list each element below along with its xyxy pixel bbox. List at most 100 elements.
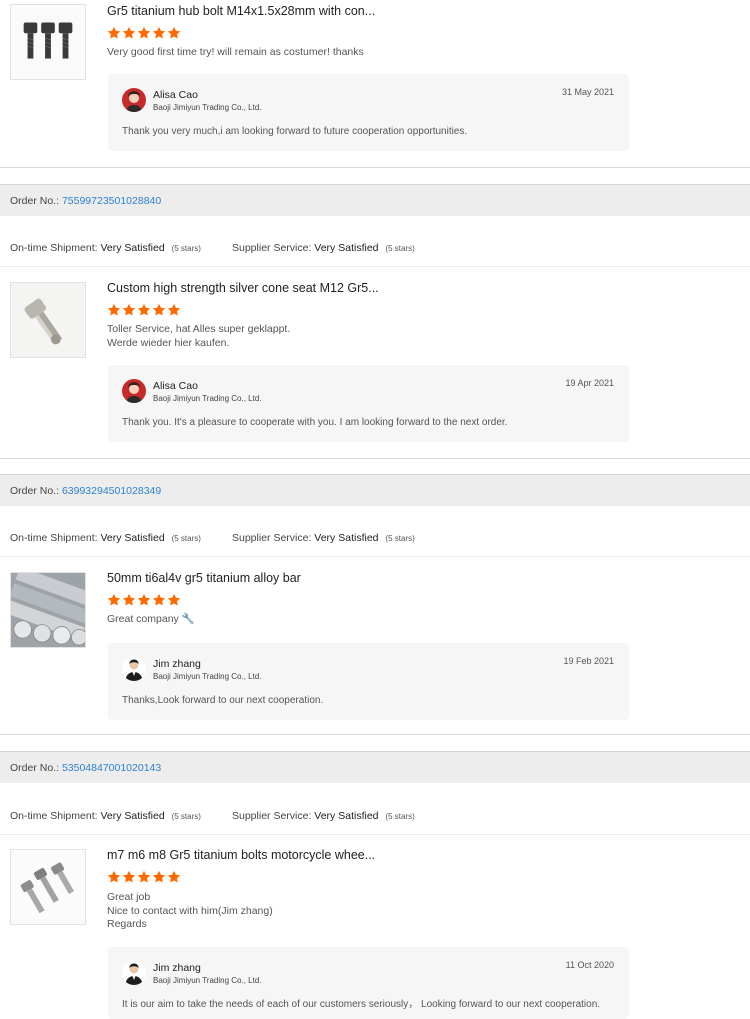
service-rating: Supplier Service: Very Satisfied (5 star… — [232, 242, 415, 254]
comment-line: Very good first time try! will remain as… — [107, 46, 364, 58]
shipment-rating: On-time Shipment: Very Satisfied (5 star… — [10, 242, 201, 254]
shipment-stars: (5 stars) — [171, 244, 201, 253]
star-icon — [137, 593, 151, 607]
shipment-stars: (5 stars) — [171, 534, 201, 543]
reply-date: 11 Oct 2020 — [565, 960, 614, 970]
star-rating — [107, 870, 181, 884]
star-icon — [122, 593, 136, 607]
order-label: Order No.: — [10, 195, 60, 207]
star-rating — [107, 303, 181, 317]
reply-author: Alisa Cao — [153, 89, 198, 101]
divider — [0, 458, 750, 459]
shipment-value: Very Satisfied — [100, 242, 165, 254]
order-header: Order No.: 53504847001020143 — [0, 751, 750, 783]
product-title[interactable]: Custom high strength silver cone seat M1… — [107, 281, 379, 295]
product-image[interactable] — [10, 849, 86, 925]
reply-company: Baoji Jimiyun Trading Co., Ltd. — [153, 976, 262, 985]
comment-line: Great job — [107, 891, 151, 903]
shipment-label: On-time Shipment: — [10, 532, 98, 544]
comment-line: Werde wieder hier kaufen. — [107, 336, 230, 349]
order-number-link[interactable]: 53504847001020143 — [62, 762, 161, 774]
reply-author: Alisa Cao — [153, 380, 198, 392]
divider — [0, 734, 750, 735]
star-icon — [152, 26, 166, 40]
order-number: Order No.: 53504847001020143 — [10, 762, 161, 774]
reply-date: 19 Apr 2021 — [565, 378, 614, 388]
product-image[interactable] — [10, 572, 86, 648]
product-image[interactable] — [10, 4, 86, 80]
silver-bolt-image — [11, 283, 85, 357]
row-divider — [0, 834, 750, 835]
supplier-reply: Alisa Cao Baoji Jimiyun Trading Co., Ltd… — [108, 365, 629, 442]
order-number-link[interactable]: 63993294501028349 — [62, 485, 161, 497]
service-rating: Supplier Service: Very Satisfied (5 star… — [232, 810, 415, 822]
star-icon — [152, 870, 166, 884]
reply-author: Jim zhang — [153, 962, 201, 974]
review-card: Custom high strength silver cone seat M1… — [0, 280, 750, 460]
star-icon — [167, 303, 181, 317]
service-stars: (5 stars) — [385, 812, 415, 821]
star-icon — [107, 870, 121, 884]
order-number: Order No.: 63993294501028349 — [10, 485, 161, 497]
review-comment: Great company 🔧 — [107, 613, 195, 627]
star-icon — [137, 26, 151, 40]
reply-text: It is our aim to take the needs of each … — [122, 999, 601, 1010]
star-icon — [122, 26, 136, 40]
reply-text: Thank you. It's a pleasure to cooperate … — [122, 417, 508, 428]
product-title[interactable]: 50mm ti6al4v gr5 titanium alloy bar — [107, 571, 301, 585]
comment-line: Nice to contact with him(Jim zhang) — [107, 904, 273, 917]
star-icon — [152, 593, 166, 607]
female-avatar — [122, 88, 146, 112]
service-label: Supplier Service: — [232, 532, 312, 544]
row-divider — [0, 266, 750, 267]
star-icon — [122, 870, 136, 884]
service-value: Very Satisfied — [314, 810, 379, 822]
product-title[interactable]: m7 m6 m8 Gr5 titanium bolts motorcycle w… — [107, 848, 375, 862]
order-header: Order No.: 75599723501028840 — [0, 184, 750, 216]
service-stars: (5 stars) — [385, 534, 415, 543]
black-bolts-image — [11, 5, 85, 79]
reply-company: Baoji Jimiyun Trading Co., Ltd. — [153, 394, 262, 403]
shipment-value: Very Satisfied — [100, 810, 165, 822]
star-icon — [122, 303, 136, 317]
service-label: Supplier Service: — [232, 242, 312, 254]
reply-author: Jim zhang — [153, 658, 201, 670]
comment-line: Toller Service, hat Alles super geklappt… — [107, 323, 291, 335]
supplier-reply: Jim zhang Baoji Jimiyun Trading Co., Ltd… — [108, 643, 629, 720]
star-icon — [152, 303, 166, 317]
shipment-rating: On-time Shipment: Very Satisfied (5 star… — [10, 532, 201, 544]
service-rating: Supplier Service: Very Satisfied (5 star… — [232, 532, 415, 544]
shipment-rating: On-time Shipment: Very Satisfied (5 star… — [10, 810, 201, 822]
shipment-label: On-time Shipment: — [10, 810, 98, 822]
review-card: m7 m6 m8 Gr5 titanium bolts motorcycle w… — [0, 847, 750, 1019]
product-title[interactable]: Gr5 titanium hub bolt M14x1.5x28mm with … — [107, 4, 375, 18]
rating-row: On-time Shipment: Very Satisfied (5 star… — [0, 810, 750, 830]
reply-date: 19 Feb 2021 — [563, 656, 614, 666]
comment-line: Great company 🔧 — [107, 613, 195, 625]
review-comment: Great job Nice to contact with him(Jim z… — [107, 891, 273, 932]
star-icon — [167, 26, 181, 40]
comment-line: Regards — [107, 918, 147, 930]
reply-date: 31 May 2021 — [561, 87, 614, 97]
star-icon — [137, 870, 151, 884]
shipment-label: On-time Shipment: — [10, 242, 98, 254]
star-icon — [167, 870, 181, 884]
product-image[interactable] — [10, 282, 86, 358]
review-card: Gr5 titanium hub bolt M14x1.5x28mm with … — [0, 0, 750, 167]
star-icon — [137, 303, 151, 317]
star-rating — [107, 593, 181, 607]
service-label: Supplier Service: — [232, 810, 312, 822]
star-icon — [107, 303, 121, 317]
rating-row: On-time Shipment: Very Satisfied (5 star… — [0, 242, 750, 262]
reply-company: Baoji Jimiyun Trading Co., Ltd. — [153, 672, 262, 681]
review-card: 50mm ti6al4v gr5 titanium alloy bar Grea… — [0, 570, 750, 740]
star-rating — [107, 26, 181, 40]
star-icon — [167, 593, 181, 607]
shipment-value: Very Satisfied — [100, 532, 165, 544]
shipment-stars: (5 stars) — [171, 812, 201, 821]
row-divider — [0, 556, 750, 557]
reply-text: Thank you very much,i am looking forward… — [122, 126, 468, 137]
supplier-reply: Jim zhang Baoji Jimiyun Trading Co., Ltd… — [108, 947, 629, 1019]
reply-text: Thanks,Look forward to our next cooperat… — [122, 695, 324, 706]
order-number-link[interactable]: 75599723501028840 — [62, 195, 161, 207]
